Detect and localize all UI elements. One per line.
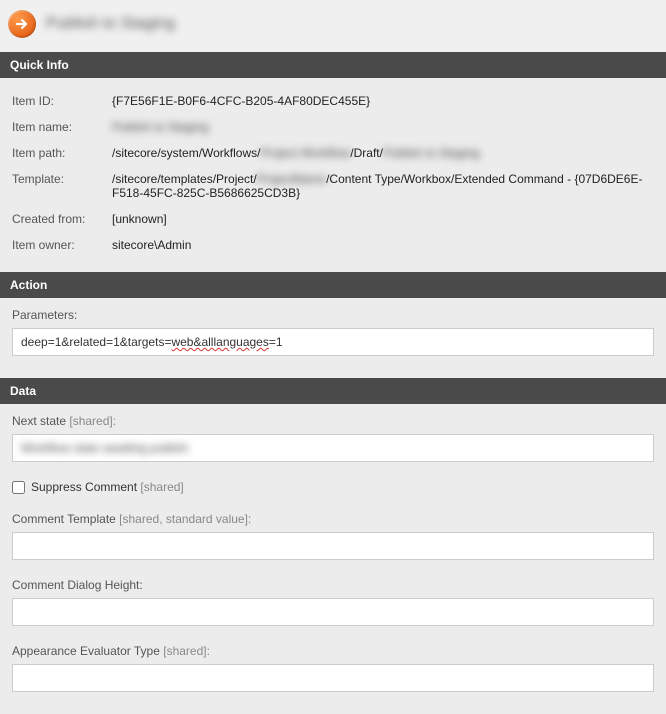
section-data-header[interactable]: Data: [0, 378, 666, 404]
publish-icon: [8, 10, 36, 38]
value-created-from: [unknown]: [112, 212, 167, 226]
label-item-path: Item path:: [12, 146, 112, 160]
row-created-from: Created from: [unknown]: [12, 206, 654, 232]
label-created-from: Created from:: [12, 212, 112, 226]
label-item-name: Item name:: [12, 120, 112, 134]
label-parameters: Parameters:: [12, 308, 654, 322]
value-item-owner: sitecore\Admin: [112, 238, 191, 252]
label-item-id: Item ID:: [12, 94, 112, 108]
value-item-path: /sitecore/system/Workflows/Project Workf…: [112, 146, 480, 160]
value-item-name: Publish to Staging: [112, 120, 209, 134]
section-action-header[interactable]: Action: [0, 272, 666, 298]
field-comment-template: Comment Template [shared, standard value…: [12, 512, 654, 560]
label-comment-dialog-height: Comment Dialog Height:: [12, 578, 654, 592]
field-suppress-comment: Suppress Comment [shared]: [12, 480, 654, 494]
page-title: Publish to Staging: [46, 15, 175, 33]
field-next-state: Next state [shared]: Workflow state awai…: [12, 414, 654, 462]
field-appearance-evaluator: Appearance Evaluator Type [shared]:: [12, 644, 654, 692]
row-item-name: Item name: Publish to Staging: [12, 114, 654, 140]
row-item-path: Item path: /sitecore/system/Workflows/Pr…: [12, 140, 654, 166]
appearance-evaluator-input[interactable]: [12, 664, 654, 692]
label-template: Template:: [12, 172, 112, 186]
next-state-input[interactable]: Workflow state awaiting publish: [12, 434, 654, 462]
suppress-comment-checkbox[interactable]: [12, 481, 25, 494]
action-panel: Parameters: deep=1&related=1&targets=web…: [0, 298, 666, 378]
label-appearance-evaluator: Appearance Evaluator Type [shared]:: [12, 644, 654, 658]
row-item-id: Item ID: {F7E56F1E-B0F6-4CFC-B205-4AF80D…: [12, 88, 654, 114]
comment-template-input[interactable]: [12, 532, 654, 560]
label-item-owner: Item owner:: [12, 238, 112, 252]
comment-dialog-height-input[interactable]: [12, 598, 654, 626]
label-comment-template: Comment Template [shared, standard value…: [12, 512, 654, 526]
page-header: Publish to Staging: [0, 0, 666, 52]
arrow-right-icon: [14, 16, 30, 32]
row-template: Template: /sitecore/templates/Project/Pr…: [12, 166, 654, 206]
section-quick-info-header[interactable]: Quick Info: [0, 52, 666, 78]
value-item-id: {F7E56F1E-B0F6-4CFC-B205-4AF80DEC455E}: [112, 94, 370, 108]
quick-info-panel: Item ID: {F7E56F1E-B0F6-4CFC-B205-4AF80D…: [0, 78, 666, 272]
label-suppress-comment: Suppress Comment [shared]: [31, 480, 184, 494]
row-item-owner: Item owner: sitecore\Admin: [12, 232, 654, 258]
data-panel: Next state [shared]: Workflow state awai…: [0, 404, 666, 714]
label-next-state: Next state [shared]:: [12, 414, 654, 428]
value-template: /sitecore/templates/Project/ProjectName/…: [112, 172, 654, 200]
parameters-input[interactable]: deep=1&related=1&targets=web&alllanguage…: [12, 328, 654, 356]
field-parameters: Parameters: deep=1&related=1&targets=web…: [12, 308, 654, 356]
field-comment-dialog-height: Comment Dialog Height:: [12, 578, 654, 626]
